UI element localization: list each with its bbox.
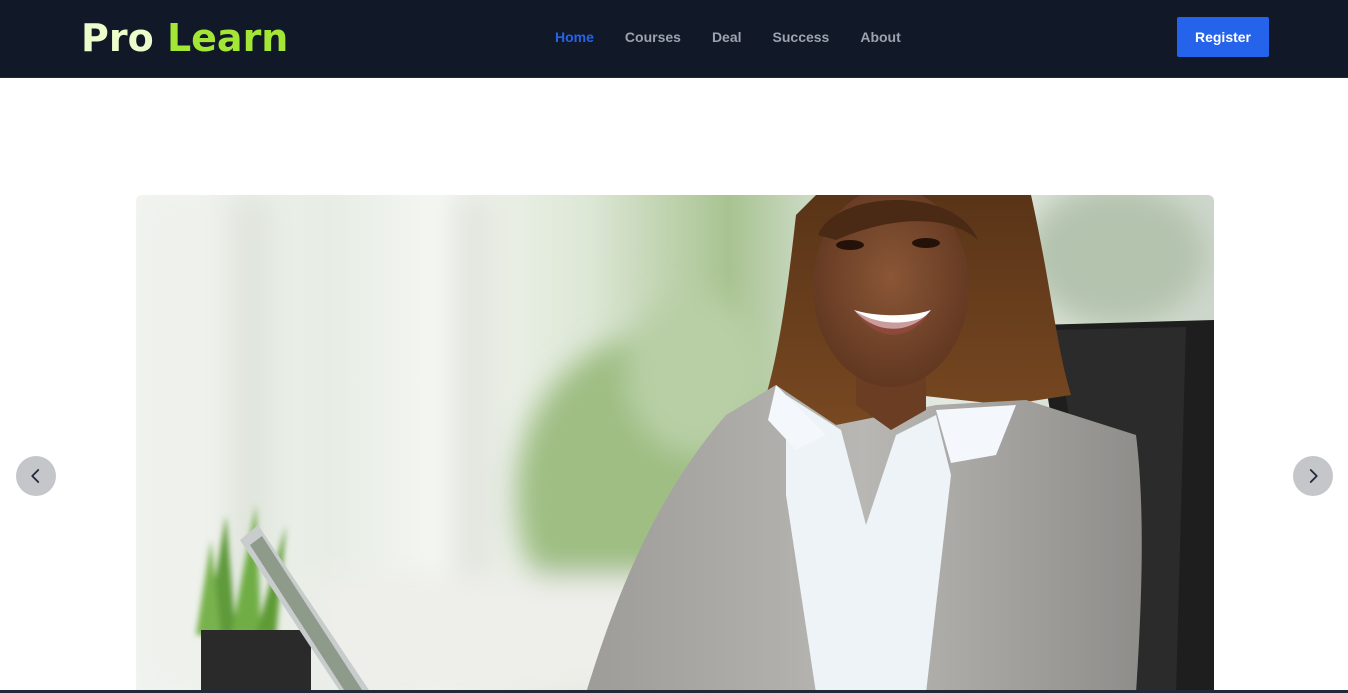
nav-link-home[interactable]: Home: [555, 28, 594, 46]
nav-item-success: Success: [773, 28, 830, 48]
carousel-slide: [136, 195, 1214, 693]
brand-logo[interactable]: Pro Learn: [81, 15, 288, 61]
nav-link-success[interactable]: Success: [773, 28, 830, 46]
nav-link-courses[interactable]: Courses: [625, 28, 681, 46]
top-navbar: Pro Learn Home Courses Deal Success Abou…: [0, 0, 1348, 78]
nav-item-deal: Deal: [712, 28, 742, 48]
main-nav: Home Courses Deal Success About: [555, 28, 901, 48]
register-button[interactable]: Register: [1177, 17, 1269, 57]
nav-link-about[interactable]: About: [860, 28, 900, 46]
carousel-prev-button[interactable]: [16, 456, 56, 496]
brand-word-learn: Learn: [166, 16, 289, 60]
chevron-right-icon: [1309, 469, 1318, 483]
hero-carousel: [0, 78, 1348, 693]
nav-link-deal[interactable]: Deal: [712, 28, 742, 46]
slide-photo: [136, 195, 1214, 693]
nav-item-home: Home: [555, 28, 594, 48]
carousel-next-button[interactable]: [1293, 456, 1333, 496]
nav-item-courses: Courses: [625, 28, 681, 48]
nav-item-about: About: [860, 28, 900, 48]
chevron-left-icon: [31, 469, 40, 483]
brand-word-pro: Pro: [81, 16, 154, 60]
